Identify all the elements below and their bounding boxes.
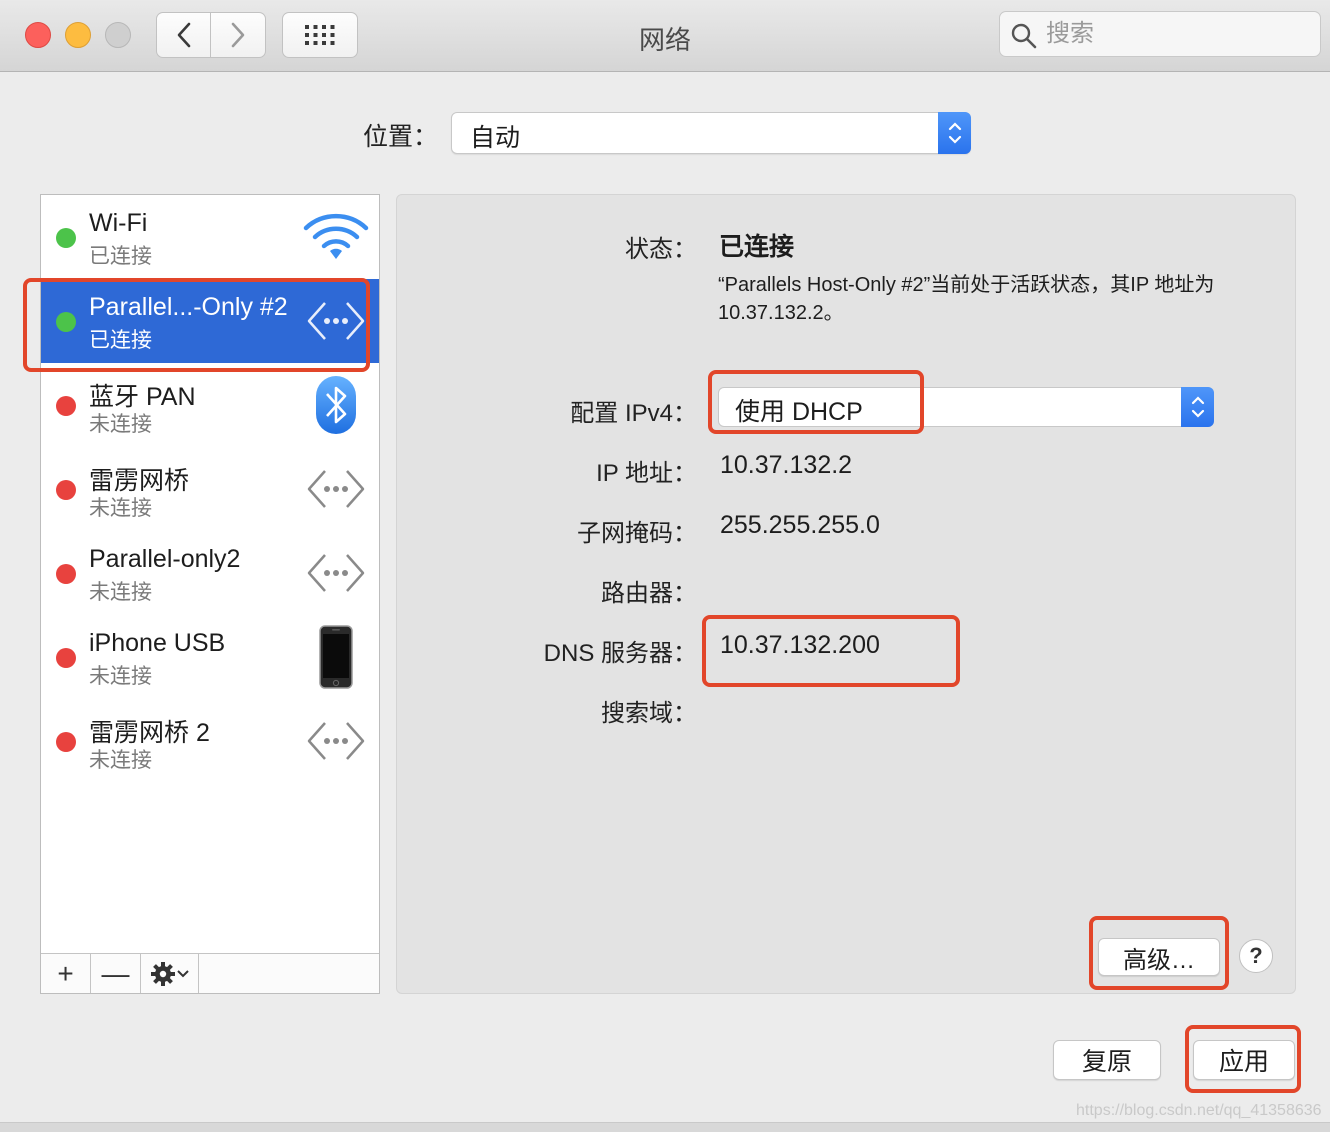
ipv4-select-stepper[interactable]: [1181, 387, 1214, 427]
service-item-parallels-host-only-2[interactable]: Parallel...-Only #2 已连接: [41, 279, 379, 363]
bottom-edge: [0, 1122, 1330, 1132]
service-name: Wi-Fi: [89, 209, 148, 237]
service-status: 未连接: [89, 665, 152, 688]
advanced-button[interactable]: 高级…: [1098, 938, 1220, 976]
search-domain-label: 搜索域：: [601, 700, 697, 727]
location-select-stepper[interactable]: [938, 112, 971, 154]
subnet-mask-label: 子网掩码：: [577, 520, 697, 547]
ethernet-arrows-icon: [303, 713, 369, 769]
status-dot: [56, 312, 76, 332]
status-dot: [56, 228, 76, 248]
search-field[interactable]: [999, 11, 1321, 57]
service-actions-menu[interactable]: [141, 954, 199, 993]
title-bar: 网络: [0, 0, 1330, 72]
service-item-iphone-usb[interactable]: iPhone USB 未连接: [41, 615, 379, 699]
service-item-parallel-only2[interactable]: Parallel-only2 未连接: [41, 531, 379, 615]
service-list-toolbar: + —: [41, 953, 379, 993]
up-down-chevron-icon: [1191, 396, 1204, 418]
dns-server-value: 10.37.132.200: [720, 631, 880, 659]
status-dot: [56, 732, 76, 752]
search-input[interactable]: [1046, 18, 1306, 50]
service-item-wifi[interactable]: Wi-Fi 已连接: [41, 195, 379, 279]
ip-address-label: IP 地址：: [596, 460, 697, 487]
service-name: Parallel...-Only #2: [89, 293, 288, 321]
service-status: 已连接: [89, 245, 152, 268]
location-label: 位置：: [363, 123, 439, 151]
service-item-thunderbolt-bridge-2[interactable]: 雷雳网桥 2 未连接: [41, 699, 379, 783]
ipv4-config-label: 配置 IPv4：: [570, 400, 697, 427]
detail-panel: 状态： 已连接 “Parallels Host-Only #2”当前处于活跃状态…: [396, 194, 1296, 994]
service-status: 已连接: [89, 329, 152, 352]
service-item-bluetooth-pan[interactable]: 蓝牙 PAN 未连接: [41, 363, 379, 447]
ipv4-config-value: 使用 DHCP: [735, 398, 863, 426]
service-status: 未连接: [89, 581, 152, 604]
chevron-down-icon: [176, 969, 189, 977]
wifi-icon: [303, 209, 369, 265]
service-item-thunderbolt-bridge[interactable]: 雷雳网桥 未连接: [41, 447, 379, 531]
iphone-icon: [303, 625, 369, 689]
subnet-mask-value: 255.255.255.0: [720, 511, 880, 539]
status-dot: [56, 564, 76, 584]
status-label: 状态：: [625, 236, 697, 263]
ip-address-value: 10.37.132.2: [720, 451, 853, 479]
help-button[interactable]: ?: [1239, 939, 1273, 973]
service-status: 未连接: [89, 413, 152, 436]
add-service-button[interactable]: +: [41, 954, 91, 993]
ethernet-arrows-icon: [303, 293, 369, 349]
apply-button[interactable]: 应用: [1193, 1040, 1295, 1080]
search-icon: [1011, 23, 1037, 49]
ethernet-arrows-icon: [303, 545, 369, 601]
bluetooth-icon: [303, 376, 369, 434]
watermark: https://blog.csdn.net/qq_41358636: [1076, 1102, 1322, 1119]
service-status: 未连接: [89, 749, 152, 772]
status-dot: [56, 648, 76, 668]
ethernet-arrows-icon: [303, 461, 369, 517]
ipv4-config-select[interactable]: 使用 DHCP: [718, 387, 1214, 427]
service-name: iPhone USB: [89, 629, 226, 657]
service-list: Wi-Fi 已连接 Parallel...-Only #2 已连接 蓝牙 PAN…: [40, 194, 380, 994]
location-select[interactable]: 自动: [451, 112, 971, 154]
up-down-chevron-icon: [948, 122, 961, 144]
status-value: 已连接: [719, 233, 795, 261]
remove-service-button[interactable]: —: [91, 954, 141, 993]
dns-server-label: DNS 服务器：: [543, 640, 697, 667]
status-dot: [56, 396, 76, 416]
gear-icon: [150, 961, 175, 986]
revert-button[interactable]: 复原: [1053, 1040, 1161, 1080]
router-label: 路由器：: [601, 580, 697, 607]
service-name: Parallel-only2: [89, 545, 241, 573]
location-value: 自动: [470, 124, 521, 152]
status-description: “Parallels Host-Only #2”当前处于活跃状态，其IP 地址为…: [718, 274, 1215, 324]
status-dot: [56, 480, 76, 500]
service-status: 未连接: [89, 497, 152, 520]
